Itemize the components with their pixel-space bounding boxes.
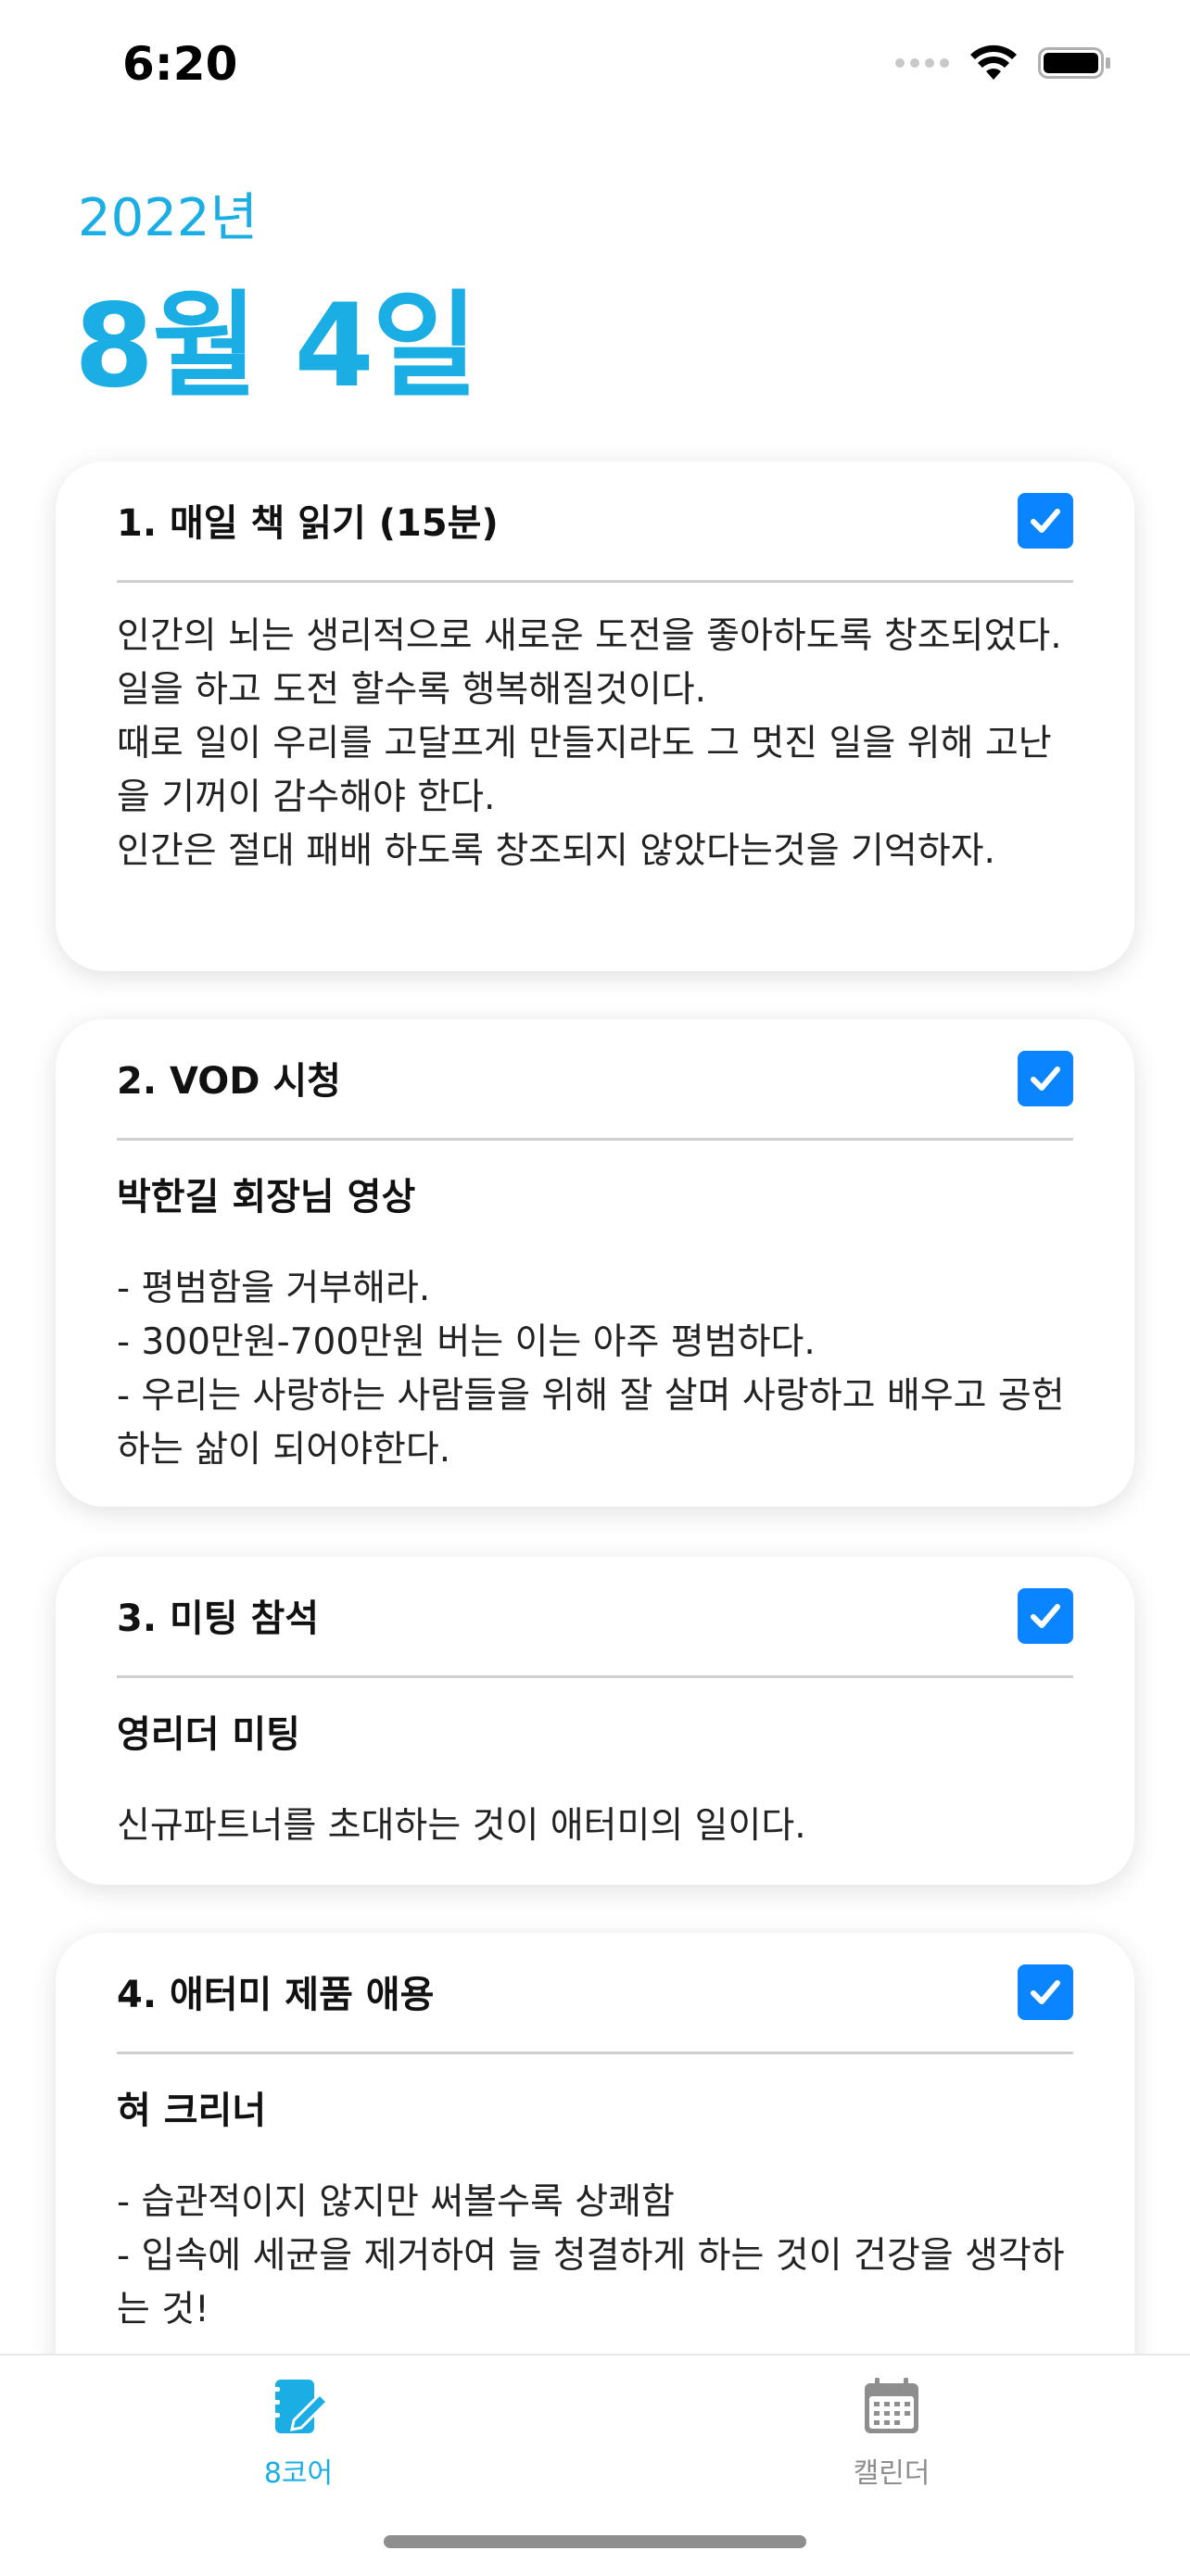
task-card-list[interactable]: 1. 매일 책 읽기 (15분) 인간의 뇌는 생리적으로 새로운 도전을 좋아… [0, 0, 1190, 2354]
task-card[interactable]: 3. 미팅 참석 영리더 미팅 신규파트너를 초대하는 것이 애터미의 일이다. [56, 1557, 1134, 1885]
completed-checkbox[interactable] [1018, 1588, 1073, 1644]
card-title: 2. VOD 시청 [117, 1060, 341, 1103]
completed-checkbox[interactable] [1018, 493, 1073, 549]
card-header: 3. 미팅 참석 [117, 1557, 1073, 1678]
tab-label: 캘린더 [853, 2457, 930, 2490]
calendar-icon [865, 2378, 918, 2433]
card-text: - 평범함을 거부해라. - 300만원-700만원 버는 이는 아주 평범하다… [117, 1268, 1065, 1471]
checkmark-icon [1031, 1980, 1060, 2004]
card-body: 박한길 회장님 영상 - 평범함을 거부해라. - 300만원-700만원 버는… [117, 1171, 1082, 1477]
card-body: 영리더 미팅 신규파트너를 초대하는 것이 애터미의 일이다. [117, 1709, 1082, 1853]
card-header: 1. 매일 책 읽기 (15분) [117, 461, 1073, 583]
card-text: 신규파트너를 초대하는 것이 애터미의 일이다. [117, 1805, 806, 1847]
checkmark-icon [1031, 1067, 1060, 1091]
tab-label: 8코어 [263, 2457, 334, 2490]
checkmark-icon [1031, 1604, 1060, 1628]
card-title: 1. 매일 책 읽기 (15분) [117, 502, 499, 545]
card-subtitle: 영리더 미팅 [117, 1713, 300, 1756]
card-body: 혀 크리너 - 습관적이지 않지만 써볼수록 상쾌함 - 입속에 세균을 제거하… [117, 2085, 1082, 2337]
checkmark-icon [1031, 509, 1060, 533]
task-card[interactable]: 1. 매일 책 읽기 (15분) 인간의 뇌는 생리적으로 새로운 도전을 좋아… [56, 461, 1134, 971]
completed-checkbox[interactable] [1018, 1051, 1073, 1106]
task-card[interactable]: 4. 애터미 제품 애용 혀 크리너 - 습관적이지 않지만 써볼수록 상쾌함 … [56, 1933, 1134, 2354]
card-subtitle: 혀 크리너 [117, 2090, 267, 2132]
card-text: - 습관적이지 않지만 써볼수록 상쾌함 - 입속에 세균을 제거하여 늘 청결… [117, 2181, 1065, 2330]
card-title: 3. 미팅 참석 [117, 1597, 320, 1640]
card-body: 인간의 뇌는 생리적으로 새로운 도전을 좋아하도록 창조되었다. 일을 하고 … [117, 610, 1082, 878]
tab-calendar[interactable]: 캘린더 [780, 2374, 1003, 2513]
completed-checkbox[interactable] [1018, 1964, 1073, 2020]
task-card[interactable]: 2. VOD 시청 박한길 회장님 영상 - 평범함을 거부해라. - 300만… [56, 1019, 1134, 1507]
card-header: 4. 애터미 제품 애용 [117, 1933, 1073, 2054]
home-indicator[interactable] [384, 2535, 806, 2548]
card-header: 2. VOD 시청 [117, 1019, 1073, 1141]
notebook-pencil-icon [271, 2380, 330, 2433]
card-title: 4. 애터미 제품 애용 [117, 1974, 435, 2016]
card-text: 인간의 뇌는 생리적으로 새로운 도전을 좋아하도록 창조되었다. 일을 하고 … [117, 615, 1062, 872]
tab-8core[interactable]: 8코어 [187, 2374, 410, 2513]
card-subtitle: 박한길 회장님 영상 [117, 1176, 416, 1219]
